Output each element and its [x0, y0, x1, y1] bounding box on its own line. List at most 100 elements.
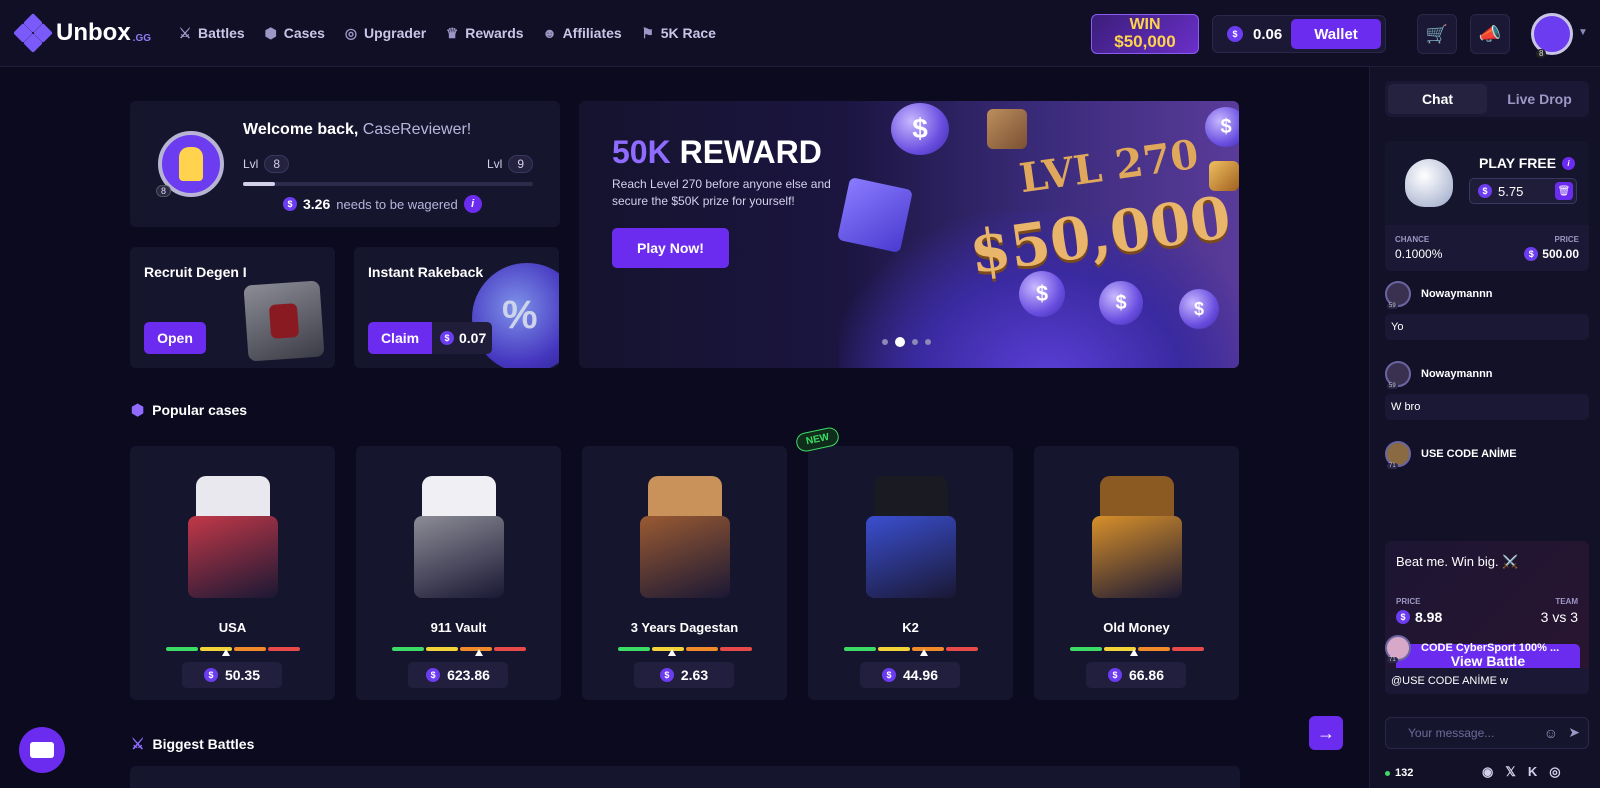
play-free-widget: PLAY FREE i $ 5.75 🗑 CHANCE 0.1000% PRICE…	[1385, 141, 1589, 271]
coin-icon: $	[426, 668, 441, 682]
case-box-visual	[866, 516, 956, 598]
carousel-dot[interactable]	[912, 339, 918, 345]
risk-meter	[392, 647, 526, 651]
send-icon[interactable]: ➤	[1568, 724, 1580, 741]
case-card[interactable]: 3 Years Dagestan $ 2.63	[582, 446, 787, 700]
risk-meter-marker	[222, 649, 231, 656]
case-image	[404, 476, 514, 606]
nav-label: Rewards	[465, 25, 524, 41]
tab-chat[interactable]: Chat	[1388, 84, 1487, 114]
nav-upgrader[interactable]: ◎ Upgrader	[343, 25, 426, 41]
nav-race[interactable]: ⚑ 5K Race	[640, 25, 716, 41]
message-username[interactable]: Nowaymannn	[1421, 288, 1493, 300]
info-icon[interactable]: i	[463, 195, 482, 213]
free-value-field[interactable]: $ 5.75 🗑	[1469, 178, 1577, 204]
avatar[interactable]: 59	[1385, 281, 1411, 309]
online-count: 132	[1385, 767, 1413, 779]
wager-amount: 3.26	[303, 196, 331, 212]
open-button[interactable]: Open	[144, 322, 206, 354]
x-twitter-icon[interactable]: 𝕏	[1505, 764, 1515, 780]
rakeback-title: Instant Rakeback	[368, 264, 484, 280]
nav-battles[interactable]: ⚔ Battles	[177, 25, 245, 41]
coin-icon: $	[881, 668, 896, 682]
info-icon[interactable]: i	[1562, 156, 1576, 170]
next-arrow-button[interactable]: →	[1309, 716, 1343, 750]
nav-affiliates[interactable]: ☻ Affiliates	[542, 25, 622, 41]
case-card[interactable]: Old Money $ 66.86	[1034, 446, 1239, 700]
coin-icon: $	[1179, 289, 1219, 329]
case-price: $ 66.86	[1086, 662, 1186, 688]
user-avatar[interactable]: 8	[1531, 13, 1573, 58]
rakeback-amount: 0.07	[459, 330, 487, 346]
chevron-down-icon[interactable]: ▼	[1578, 27, 1588, 38]
coin-icon: $	[203, 668, 218, 682]
price-value-row: $500.00	[1524, 247, 1579, 261]
flags-icon: ⚑	[641, 25, 654, 41]
instagram-icon[interactable]: ◎	[1549, 764, 1560, 780]
wallet-button[interactable]: Wallet	[1291, 19, 1381, 49]
nav-cases[interactable]: ⬢ Cases	[263, 25, 325, 41]
message-username[interactable]: Nowaymannn	[1421, 368, 1493, 380]
swords-icon: ⚔	[131, 736, 145, 753]
case-price: $ 50.35	[182, 662, 282, 688]
case-card[interactable]: 911 Vault $ 623.86	[356, 446, 561, 700]
top-header: Unbox .GG ⚔ Battles ⬢ Cases ◎ Upgrader ♛ Rew…	[0, 0, 1600, 67]
nav-label: Battles	[198, 25, 245, 41]
promo-banner[interactable]: $ $ $ $ $ LVL 270 $50,000 50K REWARD Rea…	[579, 101, 1239, 368]
avatar-figure	[179, 147, 203, 181]
avatar[interactable]: 71	[1385, 635, 1411, 663]
recruit-case-image	[243, 280, 325, 362]
carousel-dot[interactable]	[925, 339, 931, 345]
nav-label: Cases	[283, 25, 325, 41]
risk-meter	[844, 647, 978, 651]
trash-icon[interactable]: 🗑	[1555, 182, 1573, 200]
profile-avatar[interactable]: 8	[156, 131, 224, 197]
battle-message: Beat me. Win big. ⚔️	[1396, 554, 1519, 569]
case-card[interactable]: K2 $ 44.96	[808, 446, 1013, 700]
cart-button[interactable]: 🛒	[1417, 14, 1457, 54]
play-free-label: PLAY FREE	[1479, 155, 1557, 171]
chat-sidebar: Chat Live Drop PLAY FREE i $ 5.75 🗑 CHANC…	[1369, 67, 1600, 788]
chat-toggle-button[interactable]	[19, 727, 65, 773]
logo-name: Unbox	[56, 19, 131, 46]
ghost-chat-icon	[1405, 159, 1453, 207]
chat-icon	[30, 742, 54, 758]
notifications-button[interactable]: 📣	[1470, 14, 1510, 54]
claim-button[interactable]: Claim	[368, 322, 432, 354]
price-label: PRICE	[1554, 235, 1579, 244]
win-badge-line1: WIN	[1129, 16, 1161, 33]
logo-suffix: .GG	[132, 32, 152, 44]
message-username[interactable]: USE CODE ANİME	[1421, 448, 1517, 460]
current-level: 8	[264, 155, 290, 173]
avatar[interactable]: 59	[1385, 361, 1411, 389]
discord-icon[interactable]: ◉	[1482, 764, 1493, 780]
case-name: 911 Vault	[430, 620, 487, 635]
user-level: 71	[1387, 657, 1398, 663]
case-price-value: 2.63	[680, 667, 709, 683]
tab-live-drop[interactable]: Live Drop	[1490, 81, 1589, 117]
carousel-dot[interactable]	[882, 339, 888, 345]
lvl-label: Lvl	[486, 157, 503, 171]
nav-label: Affiliates	[562, 25, 622, 41]
logo[interactable]: Unbox .GG	[13, 13, 152, 53]
chance-value: 0.1000%	[1395, 247, 1443, 261]
kick-icon[interactable]: K	[1528, 764, 1537, 780]
case-card[interactable]: USA $ 50.35	[130, 446, 335, 700]
play-now-button[interactable]: Play Now!	[612, 228, 729, 268]
box-icon: ⬢	[131, 402, 145, 419]
online-dot-icon	[1385, 770, 1390, 776]
win-50k-badge[interactable]: WIN $50,000	[1091, 14, 1199, 54]
win-badge-line2: $50,000	[1114, 32, 1176, 51]
recruit-card: Recruit Degen I Open	[130, 247, 335, 368]
case-name: K2	[902, 620, 919, 635]
coin-icon: $	[1099, 281, 1143, 325]
message-username[interactable]: CODE CyberSport 100% ...	[1421, 642, 1559, 654]
emoji-icon[interactable]: ☺	[1544, 725, 1558, 741]
avatar[interactable]: 71	[1385, 441, 1411, 469]
carousel-dot[interactable]	[895, 337, 905, 347]
coin-icon: $	[1107, 668, 1122, 682]
chat-message-input[interactable]: Your message... ☺ ➤	[1385, 717, 1589, 749]
nav-rewards[interactable]: ♛ Rewards	[444, 25, 524, 41]
user-level: 59	[1387, 383, 1398, 389]
online-count-value: 132	[1395, 767, 1414, 779]
